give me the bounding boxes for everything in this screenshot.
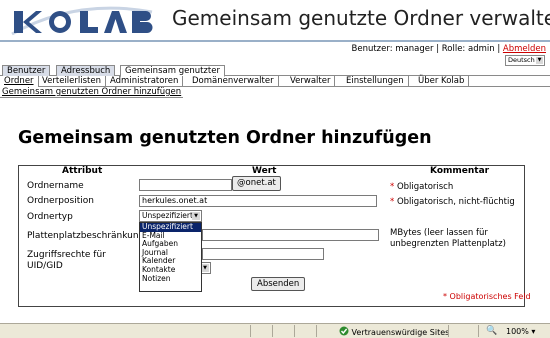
tab-administrators[interactable]: Administratoren [106, 76, 184, 87]
tab-distribution-lists[interactable]: Verteilerlisten [38, 76, 106, 87]
folder-name-comment: * Obligatorisch [390, 182, 453, 192]
tab-maintainers[interactable]: Verwalter [286, 76, 336, 87]
zoom-icon[interactable]: 🔍 [486, 326, 497, 336]
status-bar: Vertrauenswürdige Sites 🔍 100% ▾ [0, 323, 550, 338]
statusbar-divider [448, 325, 449, 337]
header-title: Gemeinsam genutzte Ordner verwalten [172, 6, 550, 30]
folder-name-comment-text: Obligatorisch [396, 182, 454, 192]
statusbar-divider [316, 325, 317, 337]
chevron-down-icon: ▼ [192, 212, 200, 220]
user-info: Benutzer: manager | Rolle: admin | Abmel… [352, 44, 546, 54]
page-title: Gemeinsam genutzten Ordner hinzufügen [18, 128, 432, 148]
required-star: * [390, 182, 397, 192]
tab-settings[interactable]: Einstellungen [342, 76, 409, 87]
submit-button[interactable]: Absenden [251, 277, 306, 291]
quota-label: Plattenplatzbeschränkung [27, 231, 145, 241]
chevron-down-icon: ▼ [536, 57, 543, 64]
tab-folders[interactable]: Ordner [0, 76, 39, 87]
header: Gemeinsam genutzte Ordner verwalten [0, 0, 550, 42]
column-header-value: Wert [252, 166, 277, 176]
folder-position-input[interactable]: herkules.onet.at [139, 195, 377, 207]
required-star: * [390, 197, 397, 207]
header-divider [0, 40, 550, 42]
check-shield-icon [339, 326, 349, 336]
kolab-logo [6, 4, 156, 38]
quota-input[interactable] [202, 229, 379, 241]
statusbar-divider [272, 325, 273, 337]
access-rights-label: Zugriffsrechte für UID/GID [27, 250, 106, 271]
tab-about-kolab[interactable]: Über Kolab [414, 76, 470, 87]
user-info-text: Benutzer: manager | Rolle: admin | [351, 44, 503, 54]
logout-link[interactable]: Abmelden [503, 44, 546, 54]
zone-indicator: Vertrauenswürdige Sites [339, 326, 449, 338]
folder-type-dropdown: Unspezifiziert E-Mail Aufgaben Journal K… [139, 222, 202, 292]
zoom-level[interactable]: 100% ▾ [506, 326, 535, 337]
folder-type-value: Unspezifiziert [142, 211, 193, 220]
folder-name-input[interactable] [139, 179, 232, 191]
domain-button[interactable]: @onet.at [232, 176, 281, 191]
tab-users[interactable]: Benutzer [2, 65, 51, 76]
main-tabs: Benutzer Adressbuch Gemeinsam genutzter [0, 65, 550, 77]
quota-comment: MBytes (leer lassen für unbegrenzten Pla… [390, 228, 506, 249]
statusbar-divider [478, 325, 479, 337]
required-field-note: * Obligatorisches Feld [443, 292, 531, 301]
folder-position-comment-text: Obligatorisch, nicht-flüchtig [396, 197, 515, 207]
statusbar-divider [294, 325, 295, 337]
sub-tabs: Ordner Verteilerlisten Administratoren D… [0, 76, 550, 87]
tab-addressbook[interactable]: Adressbuch [56, 65, 116, 76]
folder-position-label: Ordnerposition [27, 196, 94, 206]
folder-type-option[interactable]: Notizen [140, 274, 201, 284]
folder-type-select[interactable]: Unspezifiziert ▼ [139, 210, 202, 222]
column-header-attribute: Attribut [62, 166, 103, 176]
tab-domain-maintainers[interactable]: Domänenverwalter [188, 76, 279, 87]
language-value: Deutsch [508, 56, 535, 64]
folder-type-label: Ordnertyp [27, 212, 73, 222]
zone-text: Vertrauenswürdige Sites [351, 328, 450, 337]
chevron-down-icon: ▼ [201, 264, 209, 272]
column-header-comment: Kommentar [430, 166, 490, 176]
folder-position-comment: * Obligatorisch, nicht-flüchtig [390, 197, 515, 207]
subnav-add-shared-folder[interactable]: Gemeinsam genutzten Ordner hinzufügen [0, 87, 184, 98]
access-rights-input[interactable] [202, 248, 324, 260]
zoom-value: 100% [506, 327, 529, 336]
folder-name-label: Ordnername [27, 181, 84, 191]
statusbar-divider [250, 325, 251, 337]
